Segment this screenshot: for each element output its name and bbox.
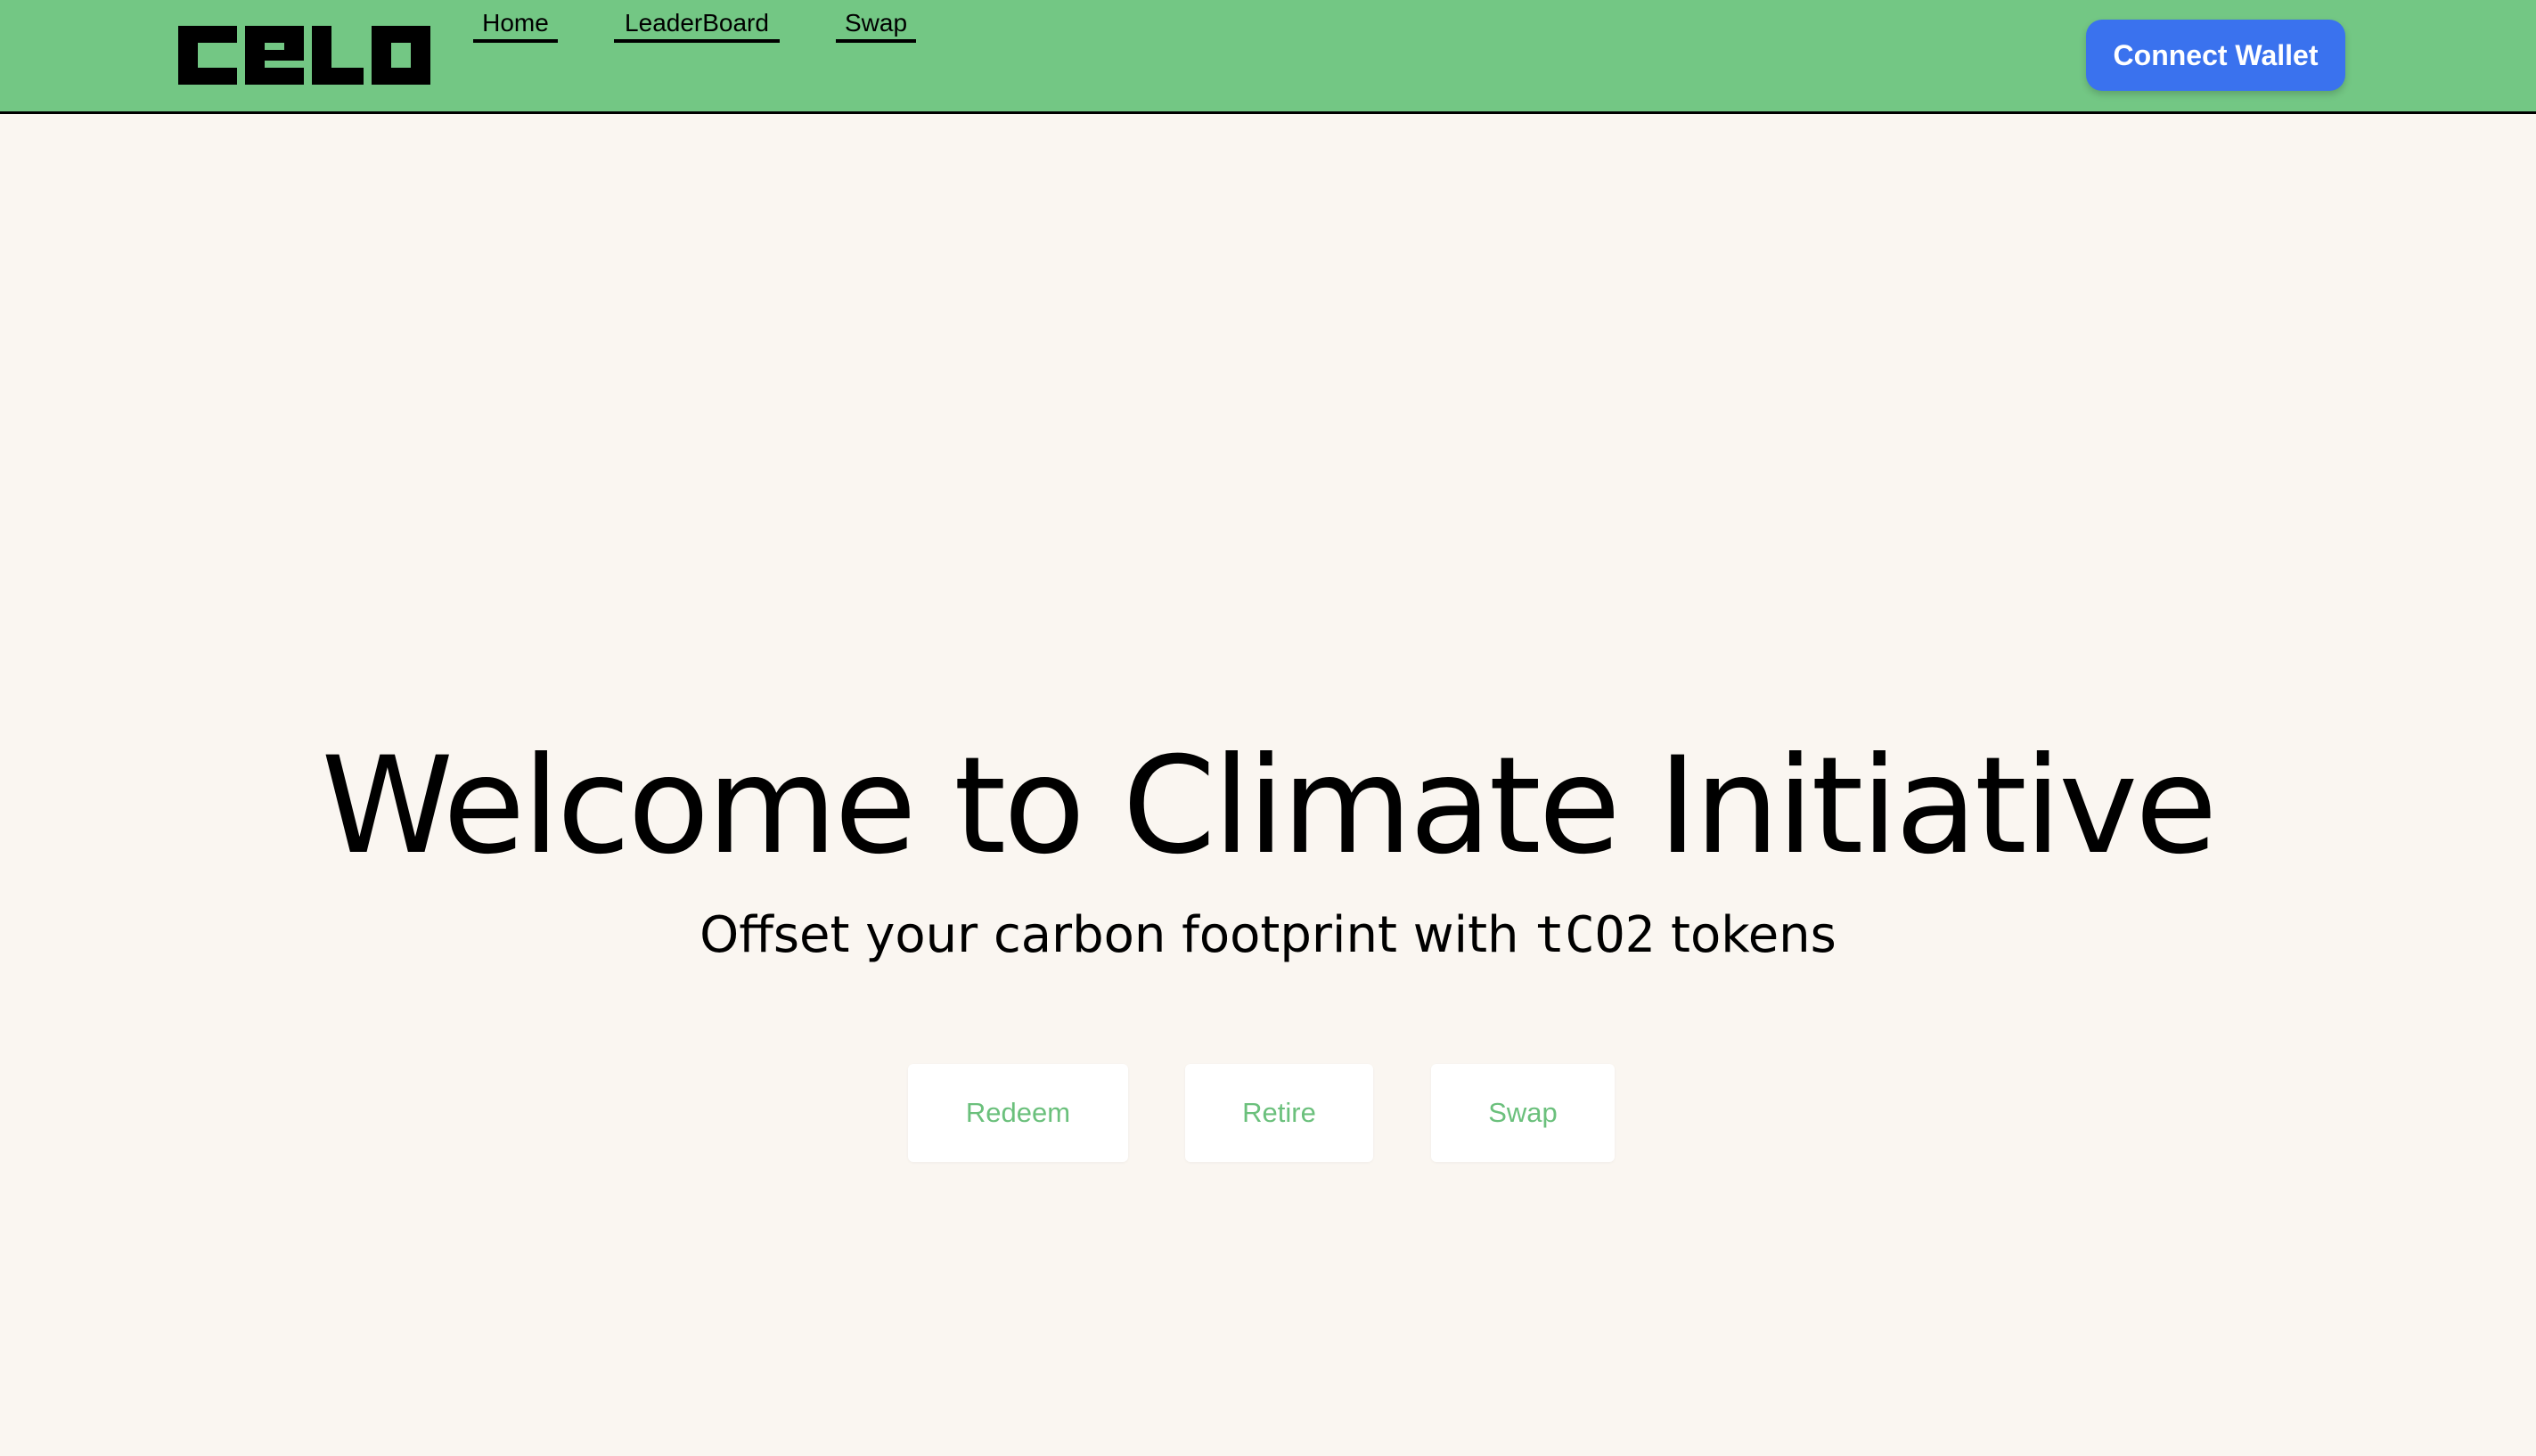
celo-logo[interactable]: celo bbox=[178, 26, 430, 85]
hero-subtitle-suffix: tokens bbox=[1671, 906, 1837, 964]
retire-button[interactable]: Retire bbox=[1185, 1064, 1373, 1162]
hero-subtitle: Offset your carbon footprint with tCO2 t… bbox=[0, 900, 2536, 971]
token-name: tCO2 bbox=[1534, 906, 1656, 964]
nav-link-leaderboard[interactable]: LeaderBoard bbox=[614, 9, 780, 43]
nav-link-swap[interactable]: Swap bbox=[836, 9, 916, 43]
connect-wallet-button[interactable]: Connect Wallet bbox=[2086, 20, 2345, 91]
hero-title: Welcome to Climate Initiative bbox=[321, 729, 2218, 884]
swap-button[interactable]: Swap bbox=[1431, 1064, 1615, 1162]
nav-link-home[interactable]: Home bbox=[473, 9, 558, 43]
hero-subtitle-prefix: Offset your carbon footprint with bbox=[699, 906, 1519, 964]
top-navbar: celo Home LeaderBoard Swap Connect Walle… bbox=[0, 0, 2536, 114]
redeem-button[interactable]: Redeem bbox=[908, 1064, 1128, 1162]
